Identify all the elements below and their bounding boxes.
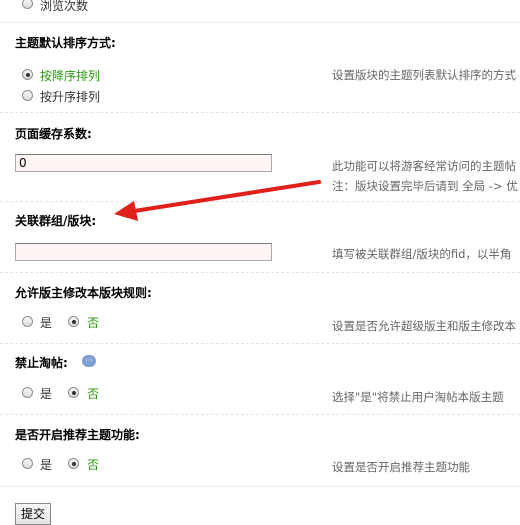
ban-collection-description: 选择"是"将禁止用户淘帖本版主题 <box>332 390 504 404</box>
related-forum-description: 填写被关联群组/版块的fid，以半角 <box>332 247 512 261</box>
page-cache-title: 页面缓存系数: <box>15 127 92 141</box>
divider <box>0 486 520 487</box>
sort-order-title: 主题默认排序方式: <box>15 36 116 50</box>
moderator-no-label[interactable]: 否 <box>87 314 99 331</box>
moderator-rules-description: 设置是否允许超级版主和版主修改本 <box>332 319 516 333</box>
divider <box>0 343 520 344</box>
page-cache-description-line2: 注：版块设置完毕后请到 全局 -> 优 <box>332 179 518 193</box>
radio-sort-desc[interactable] <box>22 69 33 80</box>
related-forum-title: 关联群组/版块: <box>15 214 97 228</box>
radio-ban-yes[interactable] <box>22 387 33 398</box>
sort-desc-label[interactable]: 按降序排列 <box>40 67 100 84</box>
submit-button[interactable]: 提交 <box>15 503 51 525</box>
annotation-arrow-icon <box>114 180 321 221</box>
divider <box>0 272 520 273</box>
moderator-rules-title: 允许版主修改本版块规则: <box>15 286 152 300</box>
ban-no-label[interactable]: 否 <box>87 385 99 402</box>
radio-view-count[interactable] <box>22 0 33 9</box>
related-forum-input[interactable] <box>15 243 272 261</box>
sort-order-description: 设置版块的主题列表默认排序的方式 <box>332 68 516 82</box>
radio-sort-asc[interactable] <box>22 90 33 101</box>
divider <box>0 22 520 23</box>
help-bubble-icon[interactable]: ··· <box>82 355 96 367</box>
radio-recommend-no[interactable] <box>68 458 79 469</box>
ban-yes-label[interactable]: 是 <box>40 385 52 402</box>
sort-asc-label[interactable]: 按升序排列 <box>40 88 100 105</box>
recommend-no-label[interactable]: 否 <box>87 456 99 473</box>
recommend-thread-description: 设置是否开启推荐主题功能 <box>332 460 470 474</box>
radio-moderator-yes[interactable] <box>22 316 33 327</box>
view-count-label: 浏览次数 <box>40 0 89 13</box>
radio-ban-no[interactable] <box>68 387 79 398</box>
radio-recommend-yes[interactable] <box>22 458 33 469</box>
divider <box>0 414 520 415</box>
moderator-yes-label[interactable]: 是 <box>40 314 52 331</box>
divider <box>0 112 520 113</box>
page-cache-description-line1: 此功能可以将游客经常访问的主题帖 <box>332 159 516 173</box>
radio-moderator-no[interactable] <box>68 316 79 327</box>
ban-collection-title: 禁止淘帖: <box>15 356 68 370</box>
recommend-yes-label[interactable]: 是 <box>40 456 52 473</box>
recommend-thread-title: 是否开启推荐主题功能: <box>15 428 140 442</box>
